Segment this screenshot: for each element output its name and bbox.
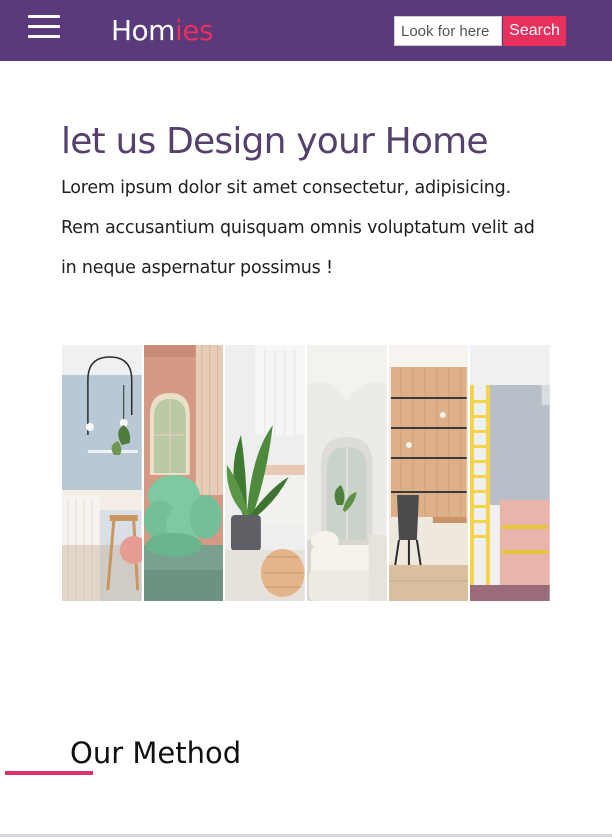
- interior-gallery: [62, 345, 551, 601]
- gallery-panel-living: [307, 345, 387, 601]
- gallery-panel-bathroom: [470, 345, 551, 601]
- menu-bar: [28, 35, 60, 38]
- interior-photo-study: [388, 345, 469, 601]
- interior-photo-bathroom: [470, 345, 551, 601]
- interior-photo-living: [307, 345, 387, 601]
- site-logo[interactable]: Homies: [111, 13, 214, 49]
- search-button[interactable]: Search: [503, 16, 566, 46]
- hero-title: let us Design your Home: [61, 121, 489, 162]
- section-divider: [0, 834, 612, 837]
- gallery-panel-study: [388, 345, 469, 601]
- gallery-panel-kitchen: [225, 345, 306, 601]
- hamburger-menu-icon[interactable]: [28, 14, 60, 40]
- logo-main-text: Hom: [111, 14, 175, 47]
- interior-photo-dining: [62, 345, 142, 601]
- gallery-panel-dining: [62, 345, 142, 601]
- interior-photo-kitchen: [225, 345, 306, 601]
- section-title-underline: [5, 771, 93, 775]
- search-input[interactable]: [394, 16, 502, 46]
- section-title-our-method: Our Method: [70, 736, 242, 770]
- top-navbar: Homies Search: [0, 0, 612, 61]
- logo-accent-text: ies: [174, 14, 214, 47]
- hero-description: Lorem ipsum dolor sit amet consectetur, …: [61, 178, 535, 278]
- interior-photo-lounge: [143, 345, 224, 601]
- gallery-panel-lounge: [143, 345, 224, 601]
- menu-bar: [28, 15, 60, 18]
- menu-bar: [28, 25, 60, 28]
